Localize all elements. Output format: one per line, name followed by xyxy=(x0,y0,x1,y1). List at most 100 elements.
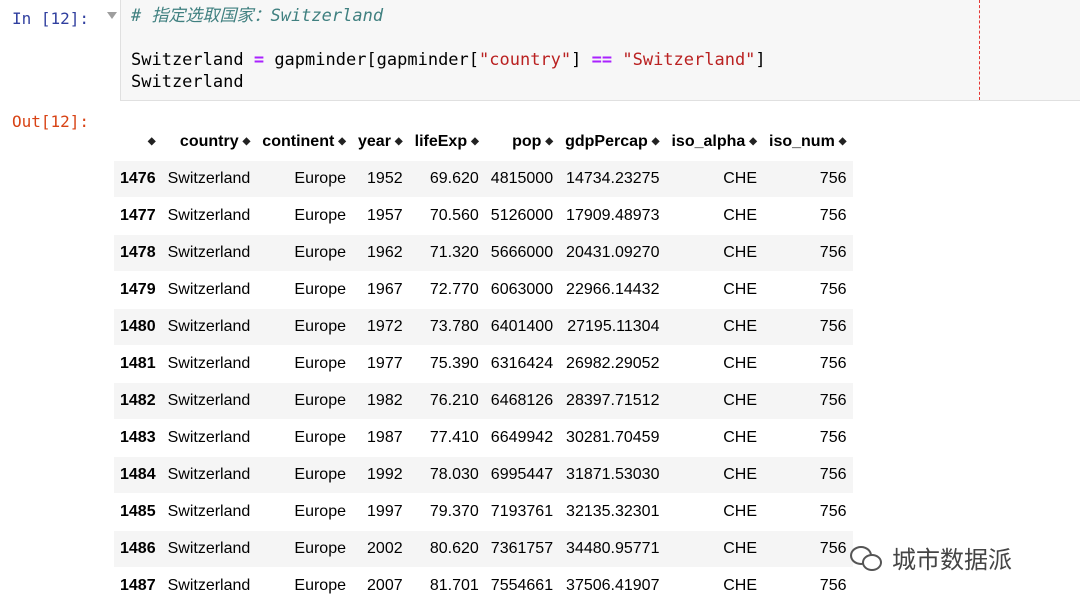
cell-gdppercap: 31871.53030 xyxy=(566,466,660,483)
dataframe-table: ◆ country ◆ continent ◆ year ◆ lifeExp ◆ pop… xyxy=(114,124,853,604)
cell-continent: Europe xyxy=(294,503,346,520)
code-input-area[interactable]: # 指定选取国家：Switzerland Switzerland = gapmi… xyxy=(120,0,1080,101)
cell-iso-alpha: CHE xyxy=(723,318,757,335)
row-index: 1481 xyxy=(120,355,156,372)
sort-icon[interactable]: ◆ xyxy=(471,136,479,147)
cell-lifeexp: 69.620 xyxy=(429,170,479,187)
sort-icon[interactable]: ◆ xyxy=(652,136,660,147)
cell-iso-alpha: CHE xyxy=(723,244,757,261)
cell-lifeexp: 75.390 xyxy=(429,355,479,372)
cell-lifeexp: 70.560 xyxy=(429,207,479,224)
code-line-assignment: Switzerland = gapminder[gapminder["count… xyxy=(131,49,766,71)
cell-iso-alpha: CHE xyxy=(723,355,757,372)
cell-gdppercap: 26982.29052 xyxy=(566,355,660,372)
cell-pop: 7361757 xyxy=(490,540,554,557)
cell-pop: 6401400 xyxy=(490,318,554,335)
cell-iso-num: 756 xyxy=(819,355,847,372)
sort-icon[interactable]: ◆ xyxy=(148,136,156,147)
col-header-iso-num[interactable]: iso_num ◆ xyxy=(763,124,853,161)
cell-continent: Europe xyxy=(294,244,346,261)
cell-continent: Europe xyxy=(294,318,346,335)
col-header-gdppercap[interactable]: gdpPercap ◆ xyxy=(559,124,666,161)
sort-icon[interactable]: ◆ xyxy=(338,136,346,147)
sort-icon[interactable]: ◆ xyxy=(395,136,403,147)
cell-gdppercap: 34480.95771 xyxy=(566,540,660,557)
cell-continent: Europe xyxy=(294,355,346,372)
cell-year: 1967 xyxy=(367,281,403,298)
cell-year: 1972 xyxy=(367,318,403,335)
output-prompt: Out[12]: xyxy=(12,112,90,131)
cell-year: 1997 xyxy=(367,503,403,520)
cell-lifeexp: 76.210 xyxy=(429,392,479,409)
cell-year: 1957 xyxy=(367,207,403,224)
cell-iso-alpha: CHE xyxy=(723,466,757,483)
cell-iso-num: 756 xyxy=(819,170,847,187)
col-header-iso-alpha[interactable]: iso_alpha ◆ xyxy=(665,124,763,161)
table-row: 1478 Switzerland Europe 1962 71.320 5666000 20… xyxy=(114,234,853,272)
col-header-index[interactable]: ◆ xyxy=(114,124,162,161)
row-index: 1479 xyxy=(120,281,156,298)
table-row: 1483 Switzerland Europe 1987 77.410 6649942 30… xyxy=(114,419,853,457)
col-header-year[interactable]: year ◆ xyxy=(352,124,409,161)
col-header-continent[interactable]: continent ◆ xyxy=(256,124,352,161)
cell-iso-alpha: CHE xyxy=(723,540,757,557)
cell-iso-alpha: CHE xyxy=(723,170,757,187)
code-mid1: gapminder[gapminder[ xyxy=(264,50,480,70)
cell-country: Switzerland xyxy=(167,170,251,187)
cell-continent: Europe xyxy=(294,392,346,409)
col-header-lifeexp[interactable]: lifeExp ◆ xyxy=(408,124,485,161)
cell-country: Switzerland xyxy=(167,503,251,520)
table-row: 1487 Switzerland Europe 2007 81.701 7554661 37… xyxy=(114,567,853,605)
cell-iso-alpha: CHE xyxy=(723,577,757,594)
cell-iso-num: 756 xyxy=(819,244,847,261)
cell-country: Switzerland xyxy=(167,244,251,261)
row-index: 1478 xyxy=(120,244,156,261)
cell-lifeexp: 78.030 xyxy=(429,466,479,483)
code-line-output-var: Switzerland xyxy=(131,72,244,92)
code-var: Switzerland xyxy=(131,50,254,70)
cell-iso-num: 756 xyxy=(819,577,847,594)
sort-icon[interactable]: ◆ xyxy=(545,136,553,147)
cell-lifeexp: 80.620 xyxy=(429,540,479,557)
col-header-country[interactable]: country ◆ xyxy=(161,124,257,161)
cell-country: Switzerland xyxy=(167,281,251,298)
col-header-pop[interactable]: pop ◆ xyxy=(484,124,560,161)
code-comment: # 指定选取国家：Switzerland xyxy=(131,6,384,26)
cell-year: 1992 xyxy=(367,466,403,483)
cell-iso-num: 756 xyxy=(819,281,847,298)
wechat-icon xyxy=(850,544,884,572)
cell-pop: 4815000 xyxy=(490,170,554,187)
cell-continent: Europe xyxy=(294,281,346,298)
cell-country: Switzerland xyxy=(167,355,251,372)
cell-continent: Europe xyxy=(294,466,346,483)
line-length-ruler xyxy=(979,0,980,100)
cell-continent: Europe xyxy=(294,429,346,446)
cell-continent: Europe xyxy=(294,577,346,594)
cell-year: 1987 xyxy=(367,429,403,446)
collapse-caret-icon[interactable] xyxy=(107,12,117,19)
sort-icon[interactable]: ◆ xyxy=(243,136,251,147)
table-row: 1484 Switzerland Europe 1992 78.030 6995447 31… xyxy=(114,456,853,494)
cell-country: Switzerland xyxy=(167,466,251,483)
sort-icon[interactable]: ◆ xyxy=(839,136,847,147)
sort-icon[interactable]: ◆ xyxy=(749,136,757,147)
code-str-switzerland: "Switzerland" xyxy=(622,50,756,70)
table-row: 1476 Switzerland Europe 1952 69.620 4815000 14… xyxy=(114,160,853,198)
row-index: 1486 xyxy=(120,540,156,557)
table-row: 1485 Switzerland Europe 1997 79.370 7193761 32… xyxy=(114,493,853,531)
cell-iso-num: 756 xyxy=(819,392,847,409)
code-op-eq: == xyxy=(591,50,613,70)
code-end: ] xyxy=(755,50,766,70)
code-op-assign: = xyxy=(253,50,265,70)
cell-country: Switzerland xyxy=(167,392,251,409)
table-row: 1477 Switzerland Europe 1957 70.560 5126000 17… xyxy=(114,197,853,235)
cell-gdppercap: 14734.23275 xyxy=(566,170,660,187)
cell-country: Switzerland xyxy=(167,577,251,594)
table-header-row: ◆ country ◆ continent ◆ year ◆ lifeExp ◆ pop… xyxy=(114,124,853,161)
row-index: 1485 xyxy=(120,503,156,520)
cell-pop: 6649942 xyxy=(490,429,554,446)
cell-iso-alpha: CHE xyxy=(723,429,757,446)
cell-lifeexp: 77.410 xyxy=(429,429,479,446)
cell-gdppercap: 17909.48973 xyxy=(566,207,660,224)
row-index: 1476 xyxy=(120,170,156,187)
